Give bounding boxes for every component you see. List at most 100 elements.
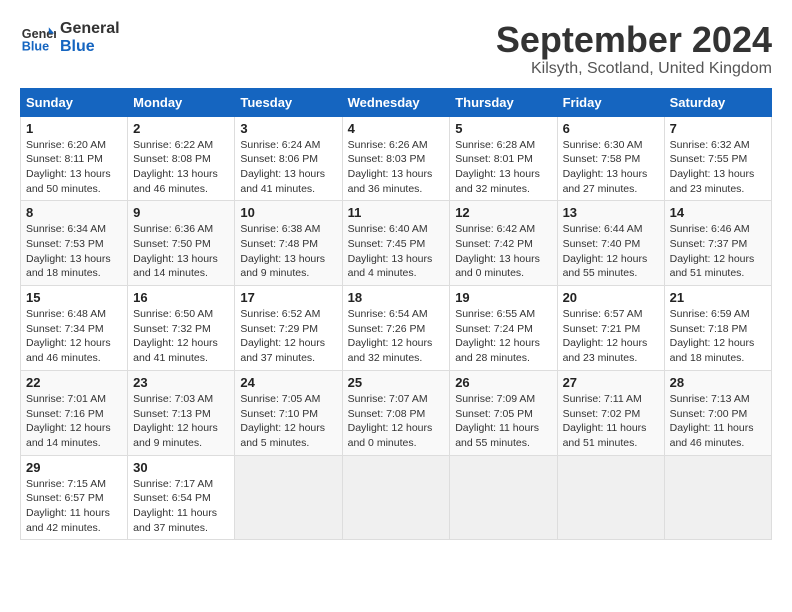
day-info: Sunrise: 6:34 AM Sunset: 7:53 PM Dayligh… <box>26 222 122 281</box>
calendar-cell: 10 Sunrise: 6:38 AM Sunset: 7:48 PM Dayli… <box>235 201 342 286</box>
day-info: Sunrise: 7:01 AM Sunset: 7:16 PM Dayligh… <box>26 392 122 451</box>
day-info: Sunrise: 6:52 AM Sunset: 7:29 PM Dayligh… <box>240 307 336 366</box>
calendar-week-3: 15Sunrise: 6:48 AM Sunset: 7:34 PM Dayli… <box>21 286 772 371</box>
calendar-cell: 29 Sunrise: 7:15 AM Sunset: 6:57 PM Dayli… <box>21 455 128 540</box>
calendar-cell: 27 Sunrise: 7:11 AM Sunset: 7:02 PM Dayli… <box>557 370 664 455</box>
day-info: Sunrise: 7:15 AM Sunset: 6:57 PM Dayligh… <box>26 477 122 536</box>
day-info: Sunrise: 6:30 AM Sunset: 7:58 PM Dayligh… <box>563 138 659 197</box>
calendar-cell: 5 Sunrise: 6:28 AM Sunset: 8:01 PM Daylig… <box>450 116 557 201</box>
day-number: 27 <box>563 375 659 390</box>
day-info: Sunrise: 6:40 AM Sunset: 7:45 PM Dayligh… <box>348 222 445 281</box>
day-number: 13 <box>563 205 659 220</box>
calendar-cell: 13 Sunrise: 6:44 AM Sunset: 7:40 PM Dayli… <box>557 201 664 286</box>
calendar-week-1: 1Sunrise: 6:20 AM Sunset: 8:11 PM Daylig… <box>21 116 772 201</box>
col-header-monday: Monday <box>128 88 235 116</box>
calendar-cell: 7 Sunrise: 6:32 AM Sunset: 7:55 PM Daylig… <box>664 116 771 201</box>
calendar-week-5: 29 Sunrise: 7:15 AM Sunset: 6:57 PM Dayli… <box>21 455 772 540</box>
day-info: Sunrise: 7:13 AM Sunset: 7:00 PM Dayligh… <box>670 392 766 451</box>
location: Kilsyth, Scotland, United Kingdom <box>496 60 772 78</box>
day-info: Sunrise: 6:42 AM Sunset: 7:42 PM Dayligh… <box>455 222 551 281</box>
day-info: Sunrise: 7:05 AM Sunset: 7:10 PM Dayligh… <box>240 392 336 451</box>
logo-line1: General <box>60 20 120 38</box>
day-number: 26 <box>455 375 551 390</box>
day-number: 11 <box>348 205 445 220</box>
calendar-cell: 20 Sunrise: 6:57 AM Sunset: 7:21 PM Dayli… <box>557 286 664 371</box>
calendar-cell: 11 Sunrise: 6:40 AM Sunset: 7:45 PM Dayli… <box>342 201 450 286</box>
calendar-header-row: SundayMondayTuesdayWednesdayThursdayFrid… <box>21 88 772 116</box>
header: General Blue General Blue September 2024… <box>20 20 772 78</box>
calendar-cell <box>235 455 342 540</box>
day-info: Sunrise: 6:24 AM Sunset: 8:06 PM Dayligh… <box>240 138 336 197</box>
day-number: 22 <box>26 375 122 390</box>
day-number: 3 <box>240 121 336 136</box>
svg-text:Blue: Blue <box>22 40 49 54</box>
calendar-cell: 28 Sunrise: 7:13 AM Sunset: 7:00 PM Dayli… <box>664 370 771 455</box>
day-number: 8 <box>26 205 122 220</box>
calendar-cell: 18 Sunrise: 6:54 AM Sunset: 7:26 PM Dayli… <box>342 286 450 371</box>
logo-line2: Blue <box>60 38 120 56</box>
calendar-cell: 25 Sunrise: 7:07 AM Sunset: 7:08 PM Dayli… <box>342 370 450 455</box>
logo: General Blue General Blue <box>20 20 120 56</box>
day-info: Sunrise: 6:55 AM Sunset: 7:24 PM Dayligh… <box>455 307 551 366</box>
calendar-cell: 16Sunrise: 6:50 AM Sunset: 7:32 PM Dayli… <box>128 286 235 371</box>
day-number: 25 <box>348 375 445 390</box>
day-info: Sunrise: 7:09 AM Sunset: 7:05 PM Dayligh… <box>455 392 551 451</box>
day-number: 21 <box>670 290 766 305</box>
calendar-cell <box>557 455 664 540</box>
calendar-cell: 22 Sunrise: 7:01 AM Sunset: 7:16 PM Dayli… <box>21 370 128 455</box>
calendar-cell: 3 Sunrise: 6:24 AM Sunset: 8:06 PM Daylig… <box>235 116 342 201</box>
day-info: Sunrise: 6:26 AM Sunset: 8:03 PM Dayligh… <box>348 138 445 197</box>
day-number: 18 <box>348 290 445 305</box>
day-number: 4 <box>348 121 445 136</box>
calendar-cell: 24 Sunrise: 7:05 AM Sunset: 7:10 PM Dayli… <box>235 370 342 455</box>
calendar-week-2: 8 Sunrise: 6:34 AM Sunset: 7:53 PM Daylig… <box>21 201 772 286</box>
day-number: 2 <box>133 121 229 136</box>
calendar-cell <box>342 455 450 540</box>
day-number: 10 <box>240 205 336 220</box>
day-info: Sunrise: 6:44 AM Sunset: 7:40 PM Dayligh… <box>563 222 659 281</box>
day-number: 29 <box>26 460 122 475</box>
calendar-cell: 26 Sunrise: 7:09 AM Sunset: 7:05 PM Dayli… <box>450 370 557 455</box>
day-info: Sunrise: 6:36 AM Sunset: 7:50 PM Dayligh… <box>133 222 229 281</box>
calendar-week-4: 22 Sunrise: 7:01 AM Sunset: 7:16 PM Dayli… <box>21 370 772 455</box>
day-number: 7 <box>670 121 766 136</box>
col-header-saturday: Saturday <box>664 88 771 116</box>
day-info: Sunrise: 6:32 AM Sunset: 7:55 PM Dayligh… <box>670 138 766 197</box>
calendar-cell: 30Sunrise: 7:17 AM Sunset: 6:54 PM Dayli… <box>128 455 235 540</box>
calendar-cell: 21 Sunrise: 6:59 AM Sunset: 7:18 PM Dayli… <box>664 286 771 371</box>
day-info: Sunrise: 6:46 AM Sunset: 7:37 PM Dayligh… <box>670 222 766 281</box>
day-info: Sunrise: 6:28 AM Sunset: 8:01 PM Dayligh… <box>455 138 551 197</box>
calendar-cell: 1Sunrise: 6:20 AM Sunset: 8:11 PM Daylig… <box>21 116 128 201</box>
month-title: September 2024 <box>496 20 772 60</box>
day-info: Sunrise: 6:20 AM Sunset: 8:11 PM Dayligh… <box>26 138 122 197</box>
title-area: September 2024 Kilsyth, Scotland, United… <box>496 20 772 78</box>
day-number: 20 <box>563 290 659 305</box>
calendar-cell: 6 Sunrise: 6:30 AM Sunset: 7:58 PM Daylig… <box>557 116 664 201</box>
calendar: SundayMondayTuesdayWednesdayThursdayFrid… <box>20 88 772 541</box>
calendar-cell: 14Sunrise: 6:46 AM Sunset: 7:37 PM Dayli… <box>664 201 771 286</box>
calendar-cell: 15Sunrise: 6:48 AM Sunset: 7:34 PM Dayli… <box>21 286 128 371</box>
day-info: Sunrise: 7:07 AM Sunset: 7:08 PM Dayligh… <box>348 392 445 451</box>
day-info: Sunrise: 7:11 AM Sunset: 7:02 PM Dayligh… <box>563 392 659 451</box>
day-number: 16 <box>133 290 229 305</box>
calendar-cell: 9 Sunrise: 6:36 AM Sunset: 7:50 PM Daylig… <box>128 201 235 286</box>
day-number: 28 <box>670 375 766 390</box>
day-number: 9 <box>133 205 229 220</box>
day-number: 6 <box>563 121 659 136</box>
col-header-wednesday: Wednesday <box>342 88 450 116</box>
day-info: Sunrise: 6:54 AM Sunset: 7:26 PM Dayligh… <box>348 307 445 366</box>
calendar-cell: 23Sunrise: 7:03 AM Sunset: 7:13 PM Dayli… <box>128 370 235 455</box>
day-info: Sunrise: 6:38 AM Sunset: 7:48 PM Dayligh… <box>240 222 336 281</box>
day-info: Sunrise: 6:57 AM Sunset: 7:21 PM Dayligh… <box>563 307 659 366</box>
col-header-friday: Friday <box>557 88 664 116</box>
day-info: Sunrise: 6:59 AM Sunset: 7:18 PM Dayligh… <box>670 307 766 366</box>
day-number: 30 <box>133 460 229 475</box>
logo-icon: General Blue <box>20 20 56 56</box>
day-number: 5 <box>455 121 551 136</box>
day-info: Sunrise: 6:22 AM Sunset: 8:08 PM Dayligh… <box>133 138 229 197</box>
calendar-cell: 19Sunrise: 6:55 AM Sunset: 7:24 PM Dayli… <box>450 286 557 371</box>
col-header-sunday: Sunday <box>21 88 128 116</box>
day-number: 24 <box>240 375 336 390</box>
calendar-cell <box>450 455 557 540</box>
calendar-cell: 2 Sunrise: 6:22 AM Sunset: 8:08 PM Daylig… <box>128 116 235 201</box>
